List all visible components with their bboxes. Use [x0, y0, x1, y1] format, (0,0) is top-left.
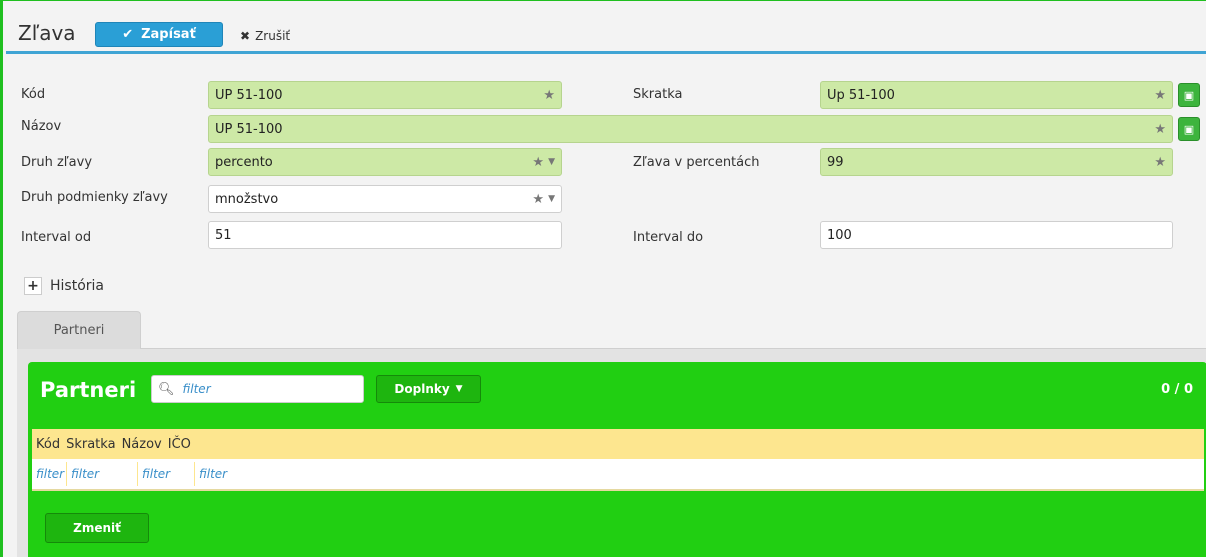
record-count: 0 / 0 [1161, 382, 1193, 397]
skratka-label: Skratka [633, 87, 683, 102]
translate-icon[interactable]: ▣ [1178, 117, 1200, 141]
grid-header-row: Kód Skratka Názov IČO [32, 429, 1204, 459]
column-filter[interactable]: filter [195, 462, 255, 486]
star-icon: ★ [532, 191, 545, 207]
doplnky-dropdown[interactable]: Doplnky ▼ [376, 375, 481, 403]
tab-strip: Partneri [17, 311, 1206, 349]
interval-do-field[interactable]: 100 [820, 221, 1173, 249]
grid-filter-row: filter filter filter filter [32, 459, 1204, 491]
close-icon: ✖ [240, 29, 251, 43]
star-icon: ★ [1154, 87, 1166, 103]
druh-podmienky-select[interactable]: množstvo ★ ▼ [208, 185, 562, 213]
nazov-label: Názov [21, 119, 62, 134]
star-icon: ★ [1154, 121, 1166, 137]
partners-title: Partneri [40, 378, 137, 402]
partners-panel: Partneri 🔍︎ Doplnky ▼ 0 / 0 Kód Skratka … [28, 362, 1206, 557]
history-label: História [50, 278, 104, 294]
change-button[interactable]: Zmeniť [45, 513, 149, 543]
app-frame: Zľava ✔ Zapísať ✖ Zrušiť Kód UP 51-100 ★… [0, 0, 1206, 557]
star-icon: ★ [532, 154, 545, 170]
star-icon: ★ [1154, 154, 1166, 170]
kod-field[interactable]: UP 51-100 ★ [208, 81, 562, 109]
search-input[interactable] [180, 381, 351, 397]
interval-do-label: Interval do [633, 230, 704, 245]
chevron-down-icon: ▼ [548, 157, 555, 167]
plus-icon: + [24, 277, 42, 295]
druh-zlavy-select[interactable]: percento ★ ▼ [208, 148, 562, 176]
caret-down-icon: ▼ [455, 384, 463, 394]
zlava-percent-label: Zľava v percentách [633, 155, 760, 170]
page-title: Zľava [18, 21, 76, 45]
druh-zlavy-label: Druh zľavy [21, 155, 93, 170]
zlava-percent-field[interactable]: 99 ★ [820, 148, 1173, 176]
kod-label: Kód [21, 87, 46, 102]
interval-od-label: Interval od [21, 230, 92, 245]
translate-icon[interactable]: ▣ [1178, 83, 1200, 107]
column-filter[interactable]: filter [32, 462, 67, 486]
column-filter[interactable]: filter [67, 462, 138, 486]
toolbar: Zľava ✔ Zapísať ✖ Zrušiť [6, 2, 1206, 54]
check-icon: ✔ [122, 27, 134, 42]
column-filter[interactable]: filter [138, 462, 195, 486]
column-header[interactable]: Kód [36, 437, 60, 452]
cancel-button-label: Zrušiť [255, 29, 291, 43]
druh-podmienky-label: Druh podmienky zľavy [21, 190, 168, 205]
cancel-button[interactable]: ✖ Zrušiť [240, 26, 290, 46]
column-header[interactable]: Názov [122, 437, 162, 452]
interval-od-field[interactable]: 51 [208, 221, 562, 249]
partners-grid: Kód Skratka Názov IČO filter filter filt… [32, 429, 1204, 491]
skratka-field[interactable]: Up 51-100 ★ [820, 81, 1173, 109]
column-header[interactable]: Skratka [66, 437, 115, 452]
partners-search[interactable]: 🔍︎ [151, 375, 364, 403]
save-button-label: Zapísať [141, 27, 196, 42]
chevron-down-icon: ▼ [548, 194, 555, 204]
star-icon: ★ [543, 87, 555, 103]
save-button[interactable]: ✔ Zapísať [95, 22, 223, 47]
history-toggle[interactable]: + História [24, 277, 104, 295]
column-header[interactable]: IČO [168, 437, 191, 452]
search-icon: 🔍︎ [158, 381, 175, 397]
tab-partneri[interactable]: Partneri [17, 311, 141, 349]
nazov-field[interactable]: UP 51-100 ★ [208, 115, 1173, 143]
